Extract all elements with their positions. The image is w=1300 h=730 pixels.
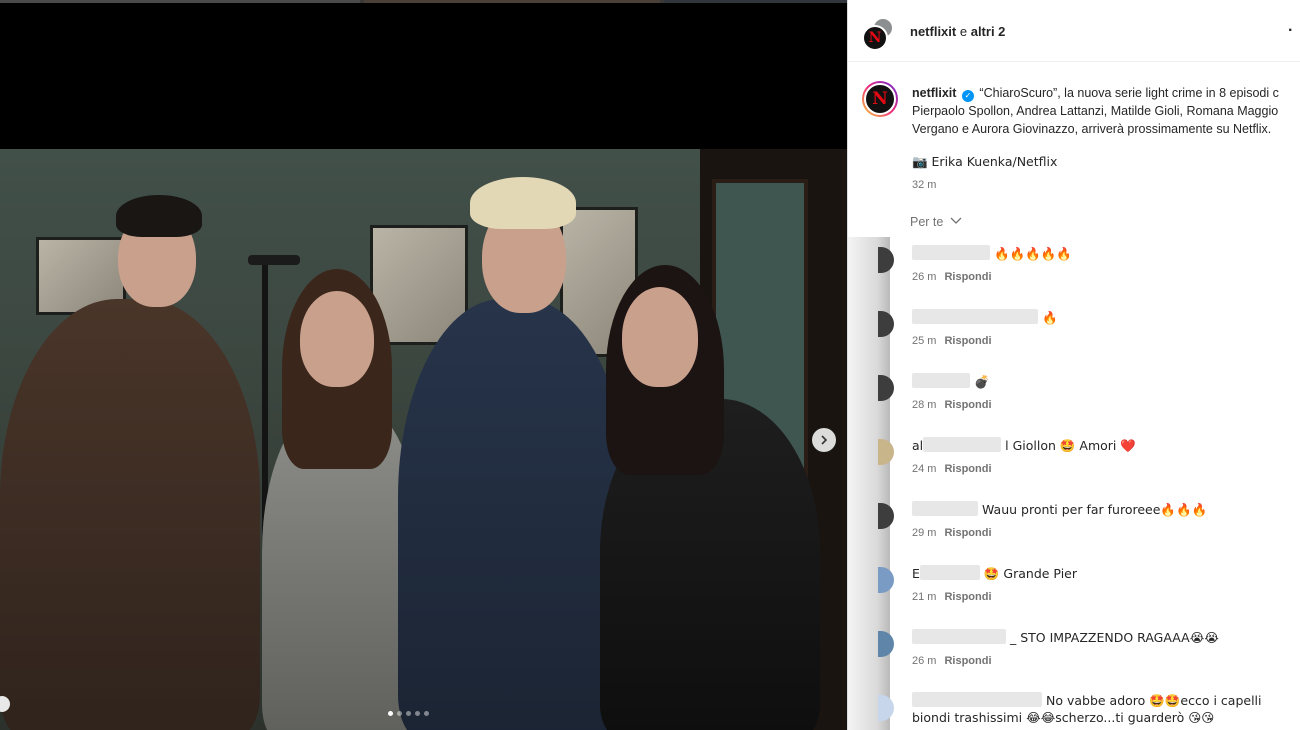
reply-button[interactable]: Rispondi: [944, 335, 991, 347]
netflix-logo-avatar: N: [862, 25, 888, 51]
commenter-avatar[interactable]: [878, 567, 894, 593]
comment-meta: 21 m Rispondi: [912, 591, 992, 603]
post-authors[interactable]: netflixit e altri 2: [910, 24, 1005, 39]
post-photo: [0, 149, 847, 730]
person-1-hair: [116, 195, 202, 237]
chevron-right-icon: [821, 435, 828, 445]
connector-text: e: [959, 24, 968, 39]
commenter-avatar[interactable]: [878, 503, 894, 529]
comment-meta: 28 m Rispondi: [912, 399, 992, 411]
redacted-username[interactable]: [912, 245, 990, 260]
reply-button[interactable]: Rispondi: [944, 463, 991, 475]
account-name[interactable]: netflixit: [910, 24, 956, 39]
comment-time: 28 m: [912, 399, 937, 411]
reply-button[interactable]: Rispondi: [944, 527, 991, 539]
caption-line-2: Pierpaolo Spollon, Andrea Lattanzi, Mati…: [912, 104, 1279, 118]
carousel-dot: [406, 711, 411, 716]
comment-item: 🔥 25 m Rispondi: [848, 301, 1300, 361]
comment-item: 💣 28 m Rispondi: [848, 365, 1300, 425]
redacted-username[interactable]: [919, 565, 980, 580]
reply-button[interactable]: Rispondi: [944, 591, 991, 603]
redacted-username[interactable]: [912, 629, 1006, 644]
redacted-username[interactable]: [923, 437, 1002, 452]
comment-time: 26 m: [912, 271, 937, 283]
caption-line-1: “ChiaroScuro”, la nuova serie light crim…: [979, 86, 1279, 100]
comment-item: Wauu pronti per far furoreee🔥🔥🔥 29 m Risp…: [848, 493, 1300, 553]
comment-text: 🔥: [912, 309, 1058, 326]
instagram-post-view: N netflixit e altri 2 · N netflixit ✓ “C…: [0, 0, 1300, 730]
caption-avatar[interactable]: N: [862, 81, 898, 117]
comment-meta: 26 m Rispondi: [912, 271, 992, 283]
commenter-avatar[interactable]: [878, 695, 894, 721]
comment-item: _ STO IMPAZZENDO RAGAAA😭😭 26 m Rispondi: [848, 621, 1300, 681]
carousel-indicator: [388, 711, 429, 716]
netflix-logo: N: [872, 89, 888, 109]
carousel-dot: [415, 711, 420, 716]
post-header: N netflixit e altri 2 ·: [848, 0, 1300, 62]
post-media-panel: [0, 0, 847, 730]
comment-text: E 🤩 Grande Pier: [912, 565, 1077, 581]
comment-time: 21 m: [912, 591, 937, 603]
post-caption: netflixit ✓ “ChiaroScuro”, la nuova seri…: [912, 84, 1300, 138]
redacted-username[interactable]: [912, 501, 978, 516]
comment-meta: 25 m Rispondi: [912, 335, 992, 347]
redacted-username[interactable]: [912, 692, 1042, 707]
collab-avatars[interactable]: N: [862, 17, 896, 51]
caption-timestamp: 32 m: [912, 179, 937, 191]
comment-meta: 24 m Rispondi: [912, 463, 992, 475]
comment-text: _ STO IMPAZZENDO RAGAAA😭😭: [912, 629, 1219, 646]
sort-label: Per te: [910, 215, 944, 229]
comment-item: No vabbe adoro 🤩🤩ecco i capelli biondi t…: [848, 685, 1300, 730]
commenter-avatar[interactable]: [878, 439, 894, 465]
commenter-avatar[interactable]: [878, 311, 894, 337]
comment-text: al l Giollon 🤩 Amori ❤️: [912, 437, 1136, 453]
others-link[interactable]: altri 2: [971, 24, 1006, 39]
carousel-dot: [397, 711, 402, 716]
comment-text: 💣: [912, 373, 990, 390]
more-options-icon[interactable]: ·: [1288, 22, 1293, 40]
person-4-head: [622, 287, 698, 387]
reply-button[interactable]: Rispondi: [944, 655, 991, 667]
photo-credit: 📷 Erika Kuenka/Netflix: [912, 154, 1058, 169]
post-details-panel: N netflixit e altri 2 · N netflixit ✓ “C…: [847, 0, 1300, 730]
comment-sort-dropdown[interactable]: Per te: [910, 215, 962, 229]
commenter-avatar[interactable]: [878, 631, 894, 657]
comments-list: 🔥🔥🔥🔥🔥 26 m Rispondi 🔥 25 m Rispondi 💣 28…: [848, 237, 1300, 730]
comment-text: Wauu pronti per far furoreee🔥🔥🔥: [912, 501, 1207, 518]
comment-meta: 29 m Rispondi: [912, 527, 992, 539]
comment-text: 🔥🔥🔥🔥🔥: [912, 245, 1072, 262]
carousel-dot: [388, 711, 393, 716]
comment-item: E 🤩 Grande Pier 21 m Rispondi: [848, 557, 1300, 617]
comment-item: al l Giollon 🤩 Amori ❤️ 24 m Rispondi: [848, 429, 1300, 489]
comment-meta: 26 m Rispondi: [912, 655, 992, 667]
previous-media-strip: [0, 0, 847, 3]
comment-time: 26 m: [912, 655, 937, 667]
reply-button[interactable]: Rispondi: [944, 271, 991, 283]
comment-text: No vabbe adoro 🤩🤩ecco i capelli biondi t…: [912, 692, 1262, 725]
reply-button[interactable]: Rispondi: [944, 399, 991, 411]
next-slide-button[interactable]: [812, 428, 836, 452]
person-3-hair: [470, 177, 576, 229]
lamp-shade: [248, 255, 300, 265]
redacted-username[interactable]: [912, 373, 970, 388]
redacted-username[interactable]: [912, 309, 1038, 324]
person-2-head: [300, 291, 374, 387]
caption-username[interactable]: netflixit: [912, 86, 956, 100]
comment-time: 29 m: [912, 527, 937, 539]
comment-time: 24 m: [912, 463, 937, 475]
commenter-avatar[interactable]: [878, 375, 894, 401]
chevron-down-icon: [950, 217, 962, 224]
verified-badge-icon: ✓: [961, 90, 974, 102]
commenter-avatar[interactable]: [878, 247, 894, 273]
carousel-dot: [424, 711, 429, 716]
comment-item: 🔥🔥🔥🔥🔥 26 m Rispondi: [848, 237, 1300, 297]
person-3: [398, 299, 628, 730]
person-1: [0, 299, 260, 730]
comment-time: 25 m: [912, 335, 937, 347]
caption-line-3: Vergano e Aurora Giovinazzo, arriverà pr…: [912, 122, 1272, 136]
